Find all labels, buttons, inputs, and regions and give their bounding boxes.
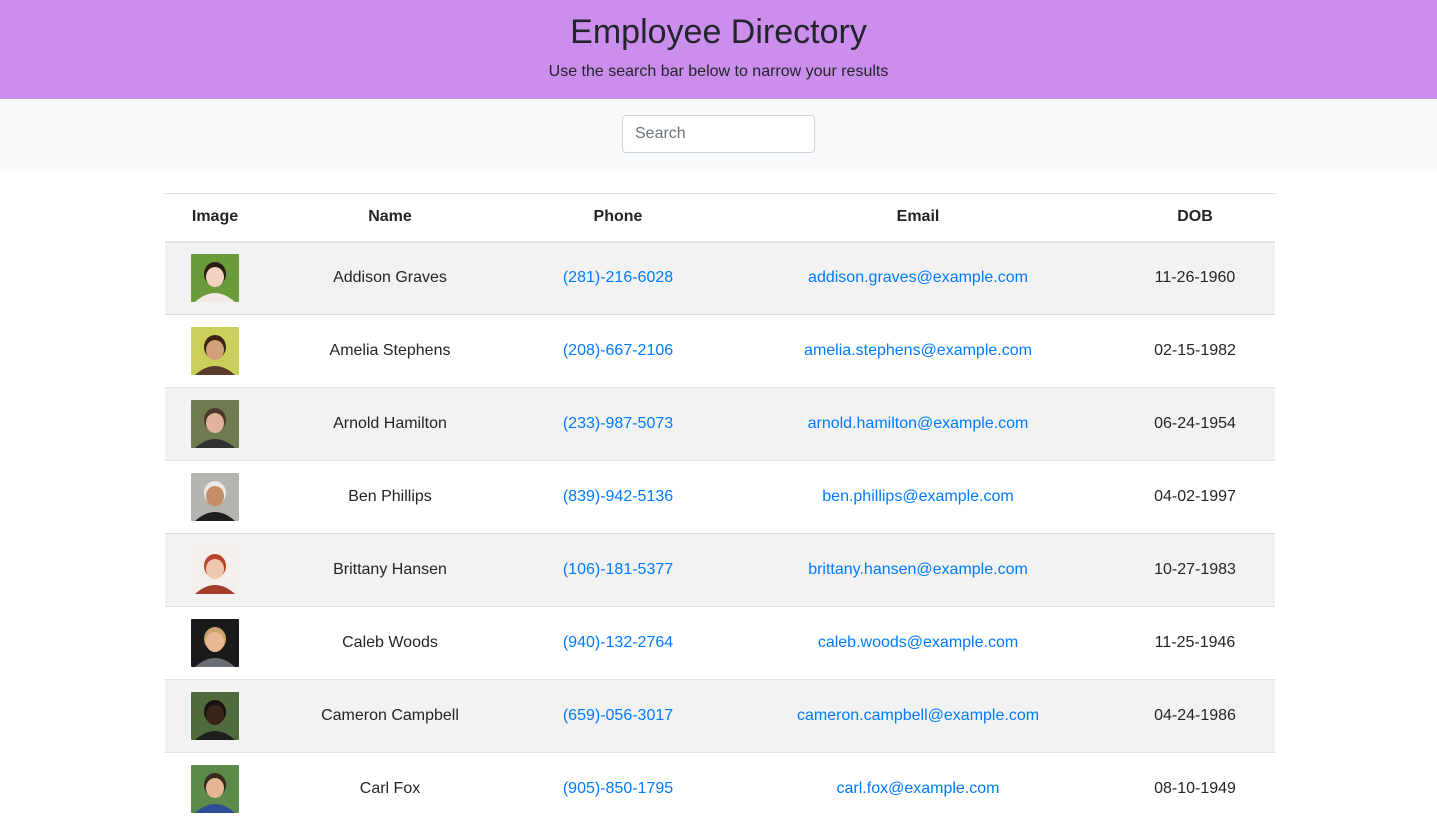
phone-cell: (281)-216-6028	[515, 241, 721, 315]
name-cell: Cameron Campbell	[265, 679, 515, 753]
name-cell: Brittany Hansen	[265, 533, 515, 607]
dob-cell: 04-24-1986	[1115, 679, 1275, 753]
dob-cell: 06-24-1954	[1115, 387, 1275, 461]
phone-link[interactable]: (233)-987-5073	[563, 415, 673, 432]
table-body: Addison Graves (281)-216-6028 addison.grav…	[165, 241, 1275, 826]
email-link[interactable]: cameron.campbell@example.com	[797, 707, 1039, 724]
search-input[interactable]	[622, 115, 815, 153]
phone-cell: (208)-667-2106	[515, 314, 721, 388]
image-cell	[165, 314, 265, 388]
email-link[interactable]: caleb.woods@example.com	[818, 634, 1018, 651]
table-row: Carl Fox (905)-850-1795 carl.fox@example.c…	[165, 752, 1275, 826]
dob-cell: 08-10-1949	[1115, 752, 1275, 826]
employee-avatar	[191, 546, 239, 594]
employee-table-container: Image Name Phone Email DOB Addison Grave…	[165, 193, 1275, 826]
column-header-dob[interactable]: DOB	[1115, 193, 1275, 243]
image-cell	[165, 241, 265, 315]
email-link[interactable]: addison.graves@example.com	[808, 269, 1028, 286]
email-cell: amelia.stephens@example.com	[721, 314, 1115, 388]
employee-avatar	[191, 619, 239, 667]
phone-link[interactable]: (940)-132-2764	[563, 634, 673, 651]
phone-link[interactable]: (659)-056-3017	[563, 707, 673, 724]
phone-cell: (233)-987-5073	[515, 387, 721, 461]
email-link[interactable]: ben.phillips@example.com	[822, 488, 1013, 505]
email-cell: caleb.woods@example.com	[721, 606, 1115, 680]
email-link[interactable]: carl.fox@example.com	[837, 780, 1000, 797]
employee-avatar	[191, 473, 239, 521]
page-subtitle: Use the search bar below to narrow your …	[548, 63, 889, 80]
email-cell: addison.graves@example.com	[721, 241, 1115, 315]
email-cell: ben.phillips@example.com	[721, 460, 1115, 534]
employee-avatar	[191, 765, 239, 814]
phone-link[interactable]: (839)-942-5136	[563, 488, 673, 505]
email-cell: brittany.hansen@example.com	[721, 533, 1115, 607]
name-cell: Caleb Woods	[265, 606, 515, 680]
table-row: Ben Phillips (839)-942-5136 ben.phillips@e…	[165, 460, 1275, 534]
phone-link[interactable]: (281)-216-6028	[563, 269, 673, 286]
email-cell: arnold.hamilton@example.com	[721, 387, 1115, 461]
employee-avatar	[191, 327, 239, 375]
table-header-row: Image Name Phone Email DOB	[165, 193, 1275, 243]
dob-cell: 10-27-1983	[1115, 533, 1275, 607]
name-cell: Arnold Hamilton	[265, 387, 515, 461]
email-link[interactable]: amelia.stephens@example.com	[804, 342, 1032, 359]
employee-avatar	[191, 400, 239, 448]
column-header-image[interactable]: Image	[165, 193, 265, 243]
phone-link[interactable]: (106)-181-5377	[563, 561, 673, 578]
search-bar	[0, 99, 1437, 169]
phone-cell: (106)-181-5377	[515, 533, 721, 607]
dob-cell: 11-26-1960	[1115, 241, 1275, 315]
dob-cell: 02-15-1982	[1115, 314, 1275, 388]
image-cell	[165, 752, 265, 826]
column-header-email[interactable]: Email	[721, 193, 1115, 243]
dob-cell: 11-25-1946	[1115, 606, 1275, 680]
image-cell	[165, 460, 265, 534]
image-cell	[165, 533, 265, 607]
image-cell	[165, 606, 265, 680]
employee-table: Image Name Phone Email DOB Addison Grave…	[165, 193, 1275, 826]
page-header: Employee Directory Use the search bar be…	[0, 0, 1437, 99]
email-cell: cameron.campbell@example.com	[721, 679, 1115, 753]
phone-cell: (905)-850-1795	[515, 752, 721, 826]
dob-cell: 04-02-1997	[1115, 460, 1275, 534]
table-row: Brittany Hansen (106)-181-5377 brittany.ha…	[165, 533, 1275, 607]
phone-link[interactable]: (208)-667-2106	[563, 342, 673, 359]
employee-avatar	[191, 692, 239, 740]
table-row: Arnold Hamilton (233)-987-5073 arnold.hami…	[165, 387, 1275, 461]
table-row: Cameron Campbell (659)-056-3017 cameron.ca…	[165, 679, 1275, 753]
name-cell: Addison Graves	[265, 241, 515, 315]
table-row: Amelia Stephens (208)-667-2106 amelia.step…	[165, 314, 1275, 388]
column-header-phone[interactable]: Phone	[515, 193, 721, 243]
name-cell: Ben Phillips	[265, 460, 515, 534]
phone-link[interactable]: (905)-850-1795	[563, 780, 673, 797]
phone-cell: (940)-132-2764	[515, 606, 721, 680]
column-header-name[interactable]: Name	[265, 193, 515, 243]
email-link[interactable]: arnold.hamilton@example.com	[808, 415, 1029, 432]
phone-cell: (839)-942-5136	[515, 460, 721, 534]
image-cell	[165, 679, 265, 753]
page-title: Employee Directory	[570, 13, 867, 51]
phone-cell: (659)-056-3017	[515, 679, 721, 753]
image-cell	[165, 387, 265, 461]
email-cell: carl.fox@example.com	[721, 752, 1115, 826]
employee-avatar	[191, 254, 239, 303]
table-row: Caleb Woods (940)-132-2764 caleb.woods@exa…	[165, 606, 1275, 680]
name-cell: Amelia Stephens	[265, 314, 515, 388]
name-cell: Carl Fox	[265, 752, 515, 826]
table-row: Addison Graves (281)-216-6028 addison.grav…	[165, 241, 1275, 315]
email-link[interactable]: brittany.hansen@example.com	[808, 561, 1028, 578]
